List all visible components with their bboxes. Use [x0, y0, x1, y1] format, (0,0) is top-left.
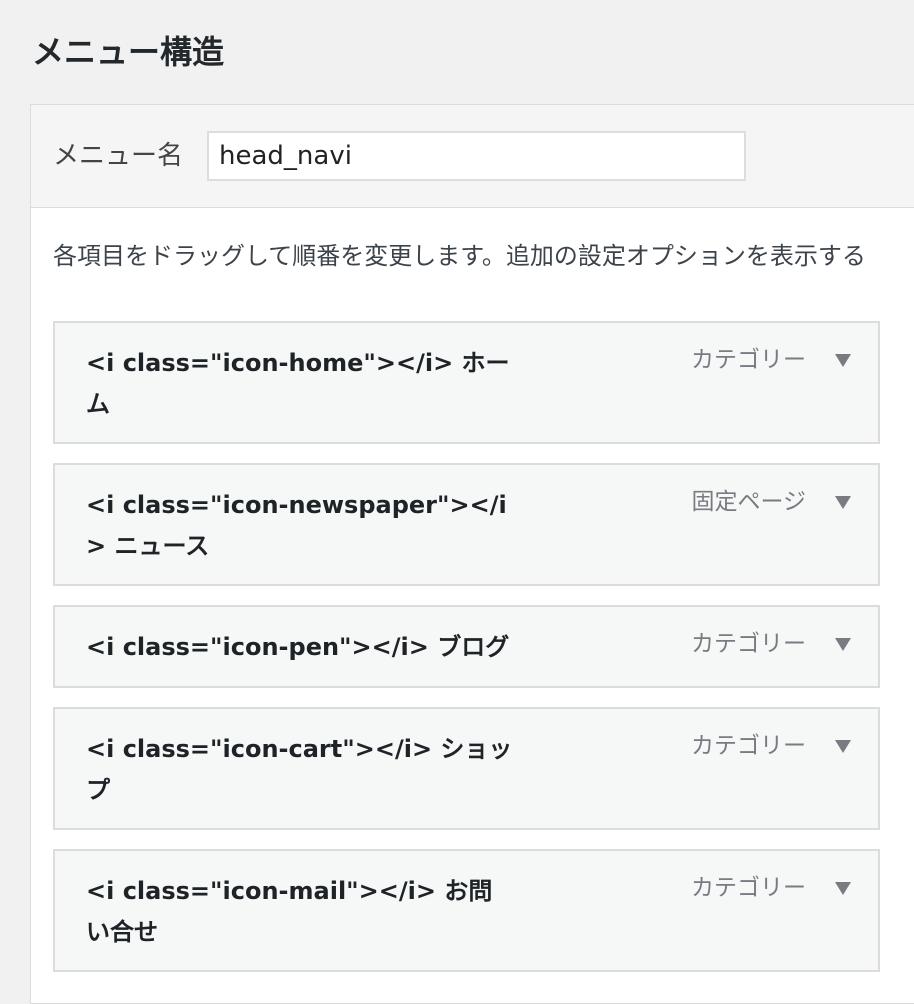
- menu-name-label: メニュー名: [53, 141, 184, 171]
- menu-item-title: <i class="icon-pen"></i> ブログ: [86, 633, 510, 661]
- menu-item[interactable]: <i class="icon-newspaper"></i> ニュース 固定ペー…: [53, 463, 880, 586]
- triangle-down-icon[interactable]: [830, 733, 856, 759]
- menu-item[interactable]: <i class="icon-mail"></i> お問い合せ カテゴリー: [53, 849, 880, 972]
- triangle-down-icon[interactable]: [830, 631, 856, 657]
- menu-structure-panel: メニュー名 各項目をドラッグして順番を変更します。追加の設定オプションを表示する…: [30, 104, 914, 1004]
- menu-item-type: カテゴリー: [691, 631, 806, 657]
- page-title: メニュー構造: [32, 33, 225, 71]
- menu-item-title: <i class="icon-home"></i> ホーム: [86, 349, 510, 418]
- menu-item-type: カテゴリー: [691, 875, 806, 901]
- menu-item-type: 固定ページ: [691, 489, 806, 515]
- menu-item-type: カテゴリー: [691, 347, 806, 373]
- menu-item-title: <i class="icon-cart"></i> ショップ: [86, 735, 513, 804]
- triangle-down-icon[interactable]: [830, 875, 856, 901]
- menu-item-title: <i class="icon-mail"></i> お問い合せ: [86, 877, 493, 946]
- menu-name-input[interactable]: [207, 131, 746, 181]
- triangle-down-icon[interactable]: [830, 347, 856, 373]
- instructions-text: 各項目をドラッグして順番を変更します。追加の設定オプションを表示する: [53, 242, 866, 270]
- menu-item[interactable]: <i class="icon-cart"></i> ショップ カテゴリー: [53, 707, 880, 830]
- menu-item-title: <i class="icon-newspaper"></i> ニュース: [86, 491, 507, 560]
- menu-item[interactable]: <i class="icon-home"></i> ホーム カテゴリー: [53, 321, 880, 444]
- triangle-down-icon[interactable]: [830, 489, 856, 515]
- menu-name-header: メニュー名: [31, 105, 914, 208]
- menu-item-type: カテゴリー: [691, 733, 806, 759]
- menu-item[interactable]: <i class="icon-pen"></i> ブログ カテゴリー: [53, 605, 880, 688]
